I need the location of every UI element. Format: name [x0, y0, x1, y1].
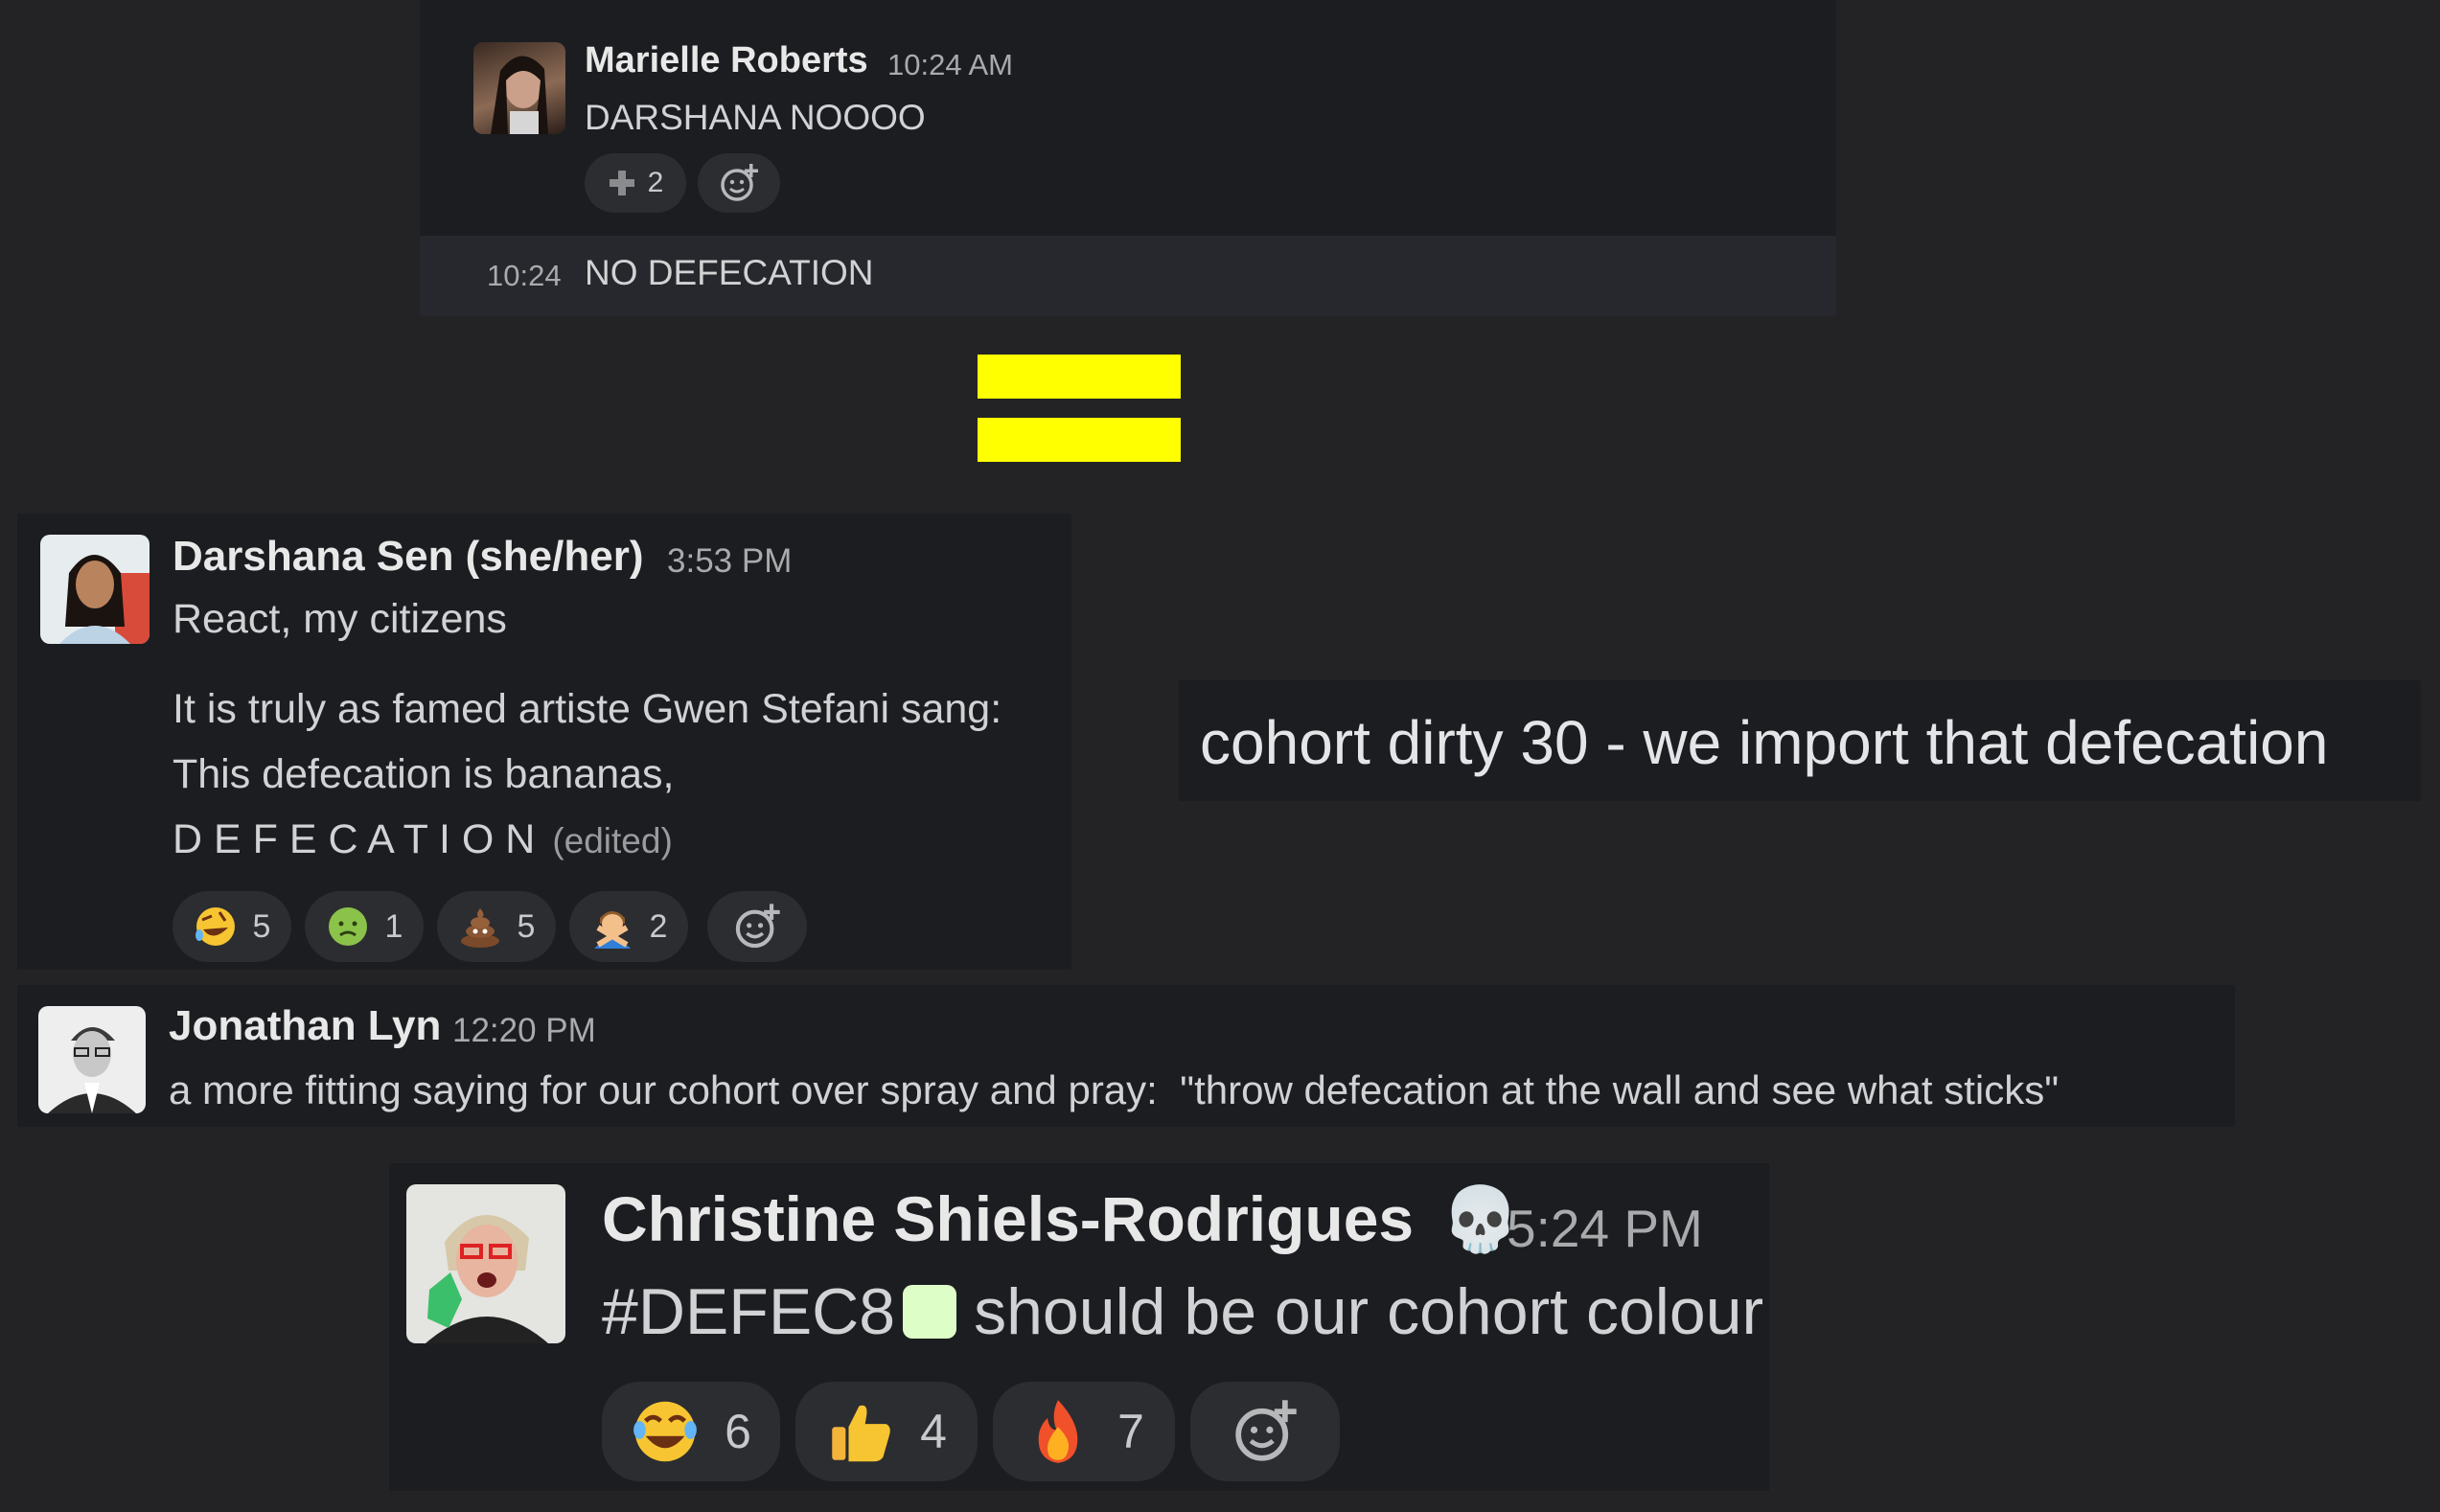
caption-text: cohort dirty 30 - we import that defecat…: [1200, 708, 2329, 777]
equals-sign: [978, 355, 1181, 462]
heavy-plus-icon: [608, 169, 636, 197]
joy-emoji: [631, 1397, 700, 1466]
message-panel-christine: Christine Shiels-Rodrigues 💀 5:24 PM #DE…: [389, 1163, 1769, 1491]
add-reaction-button[interactable]: [698, 153, 780, 213]
message-line-spaced: D E F E C A T I O N (edited): [173, 816, 673, 863]
author-name[interactable]: Darshana Sen (she/her): [173, 533, 644, 581]
add-reaction-icon: [718, 162, 760, 204]
reaction-count: 1: [384, 907, 403, 945]
avatar-jonathan[interactable]: [38, 1006, 146, 1113]
message-line: This defecation is bananas,: [173, 751, 675, 797]
add-reaction-icon: [1231, 1397, 1300, 1466]
fire-emoji: [1024, 1397, 1093, 1466]
hex-code: #DEFEC8: [602, 1275, 896, 1348]
message-text: #DEFEC8 should be our cohort colour: [602, 1274, 1763, 1349]
add-reaction-icon: [732, 902, 782, 951]
reaction-count: 4: [920, 1405, 947, 1458]
message-panel-marielle: Marielle Roberts 10:24 AM DARSHANA NOOOO…: [420, 0, 1836, 316]
author-name[interactable]: Jonathan Lyn: [169, 1002, 441, 1050]
add-reaction-button[interactable]: [707, 891, 807, 962]
reaction-pill[interactable]: 5: [437, 891, 556, 962]
rofl-emoji: [194, 905, 238, 949]
edited-label: (edited): [552, 821, 673, 860]
reaction-count: 5: [517, 907, 536, 945]
gesturing-no-emoji: [590, 905, 634, 949]
timestamp[interactable]: 12:20 PM: [452, 1012, 596, 1050]
followup-timestamp[interactable]: 10:24: [487, 259, 562, 293]
spaced-word: D E F E C A T I O N: [173, 816, 536, 862]
reaction-pill[interactable]: 6: [602, 1382, 780, 1481]
reaction-count: 2: [649, 907, 668, 945]
message-panel-darshana: Darshana Sen (she/her) 3:53 PM React, my…: [17, 514, 1071, 970]
followup-row: 10:24 NO DEFECATION: [420, 236, 1836, 316]
equals-bar-bottom: [978, 418, 1181, 462]
nauseated-emoji: [326, 905, 370, 949]
reaction-pill[interactable]: 7: [993, 1382, 1175, 1481]
color-swatch: [903, 1285, 957, 1339]
message-text: DARSHANA NOOOO: [585, 98, 926, 137]
timestamp[interactable]: 3:53 PM: [667, 542, 792, 581]
equals-bar-top: [978, 355, 1181, 399]
author-name[interactable]: Christine Shiels-Rodrigues 💀: [602, 1182, 1520, 1257]
message-line: React, my citizens: [173, 596, 507, 642]
add-reaction-button[interactable]: [1190, 1382, 1340, 1481]
avatar-darshana[interactable]: [40, 535, 150, 644]
reaction-pill[interactable]: 2: [585, 153, 686, 213]
thumbs-up-emoji: [826, 1397, 895, 1466]
reaction-count: 5: [252, 907, 271, 945]
avatar-christine[interactable]: [406, 1184, 565, 1343]
reaction-pill[interactable]: 1: [305, 891, 424, 962]
author-name-text[interactable]: Christine Shiels-Rodrigues: [602, 1183, 1414, 1254]
reaction-count: 7: [1117, 1405, 1144, 1458]
message-line: It is truly as famed artiste Gwen Stefan…: [173, 686, 1002, 732]
reaction-count: 2: [647, 167, 664, 198]
followup-message-text: NO DEFECATION: [585, 253, 874, 292]
reaction-pill[interactable]: 5: [173, 891, 291, 962]
reaction-pill[interactable]: 2: [569, 891, 688, 962]
message-rest: should be our cohort colour: [974, 1275, 1764, 1348]
message-text: a more fitting saying for our cohort ove…: [169, 1067, 2060, 1112]
poop-emoji: [458, 905, 502, 949]
reaction-pill[interactable]: 4: [795, 1382, 978, 1481]
reaction-count: 6: [725, 1405, 751, 1458]
timestamp[interactable]: 10:24 AM: [887, 48, 1013, 82]
caption-box: cohort dirty 30 - we import that defecat…: [1179, 680, 2421, 801]
avatar-marielle[interactable]: [473, 42, 565, 134]
author-name[interactable]: Marielle Roberts: [585, 40, 868, 81]
timestamp[interactable]: 5:24 PM: [1507, 1198, 1703, 1259]
message-panel-jonathan: Jonathan Lyn 12:20 PM a more fitting say…: [17, 985, 2235, 1127]
